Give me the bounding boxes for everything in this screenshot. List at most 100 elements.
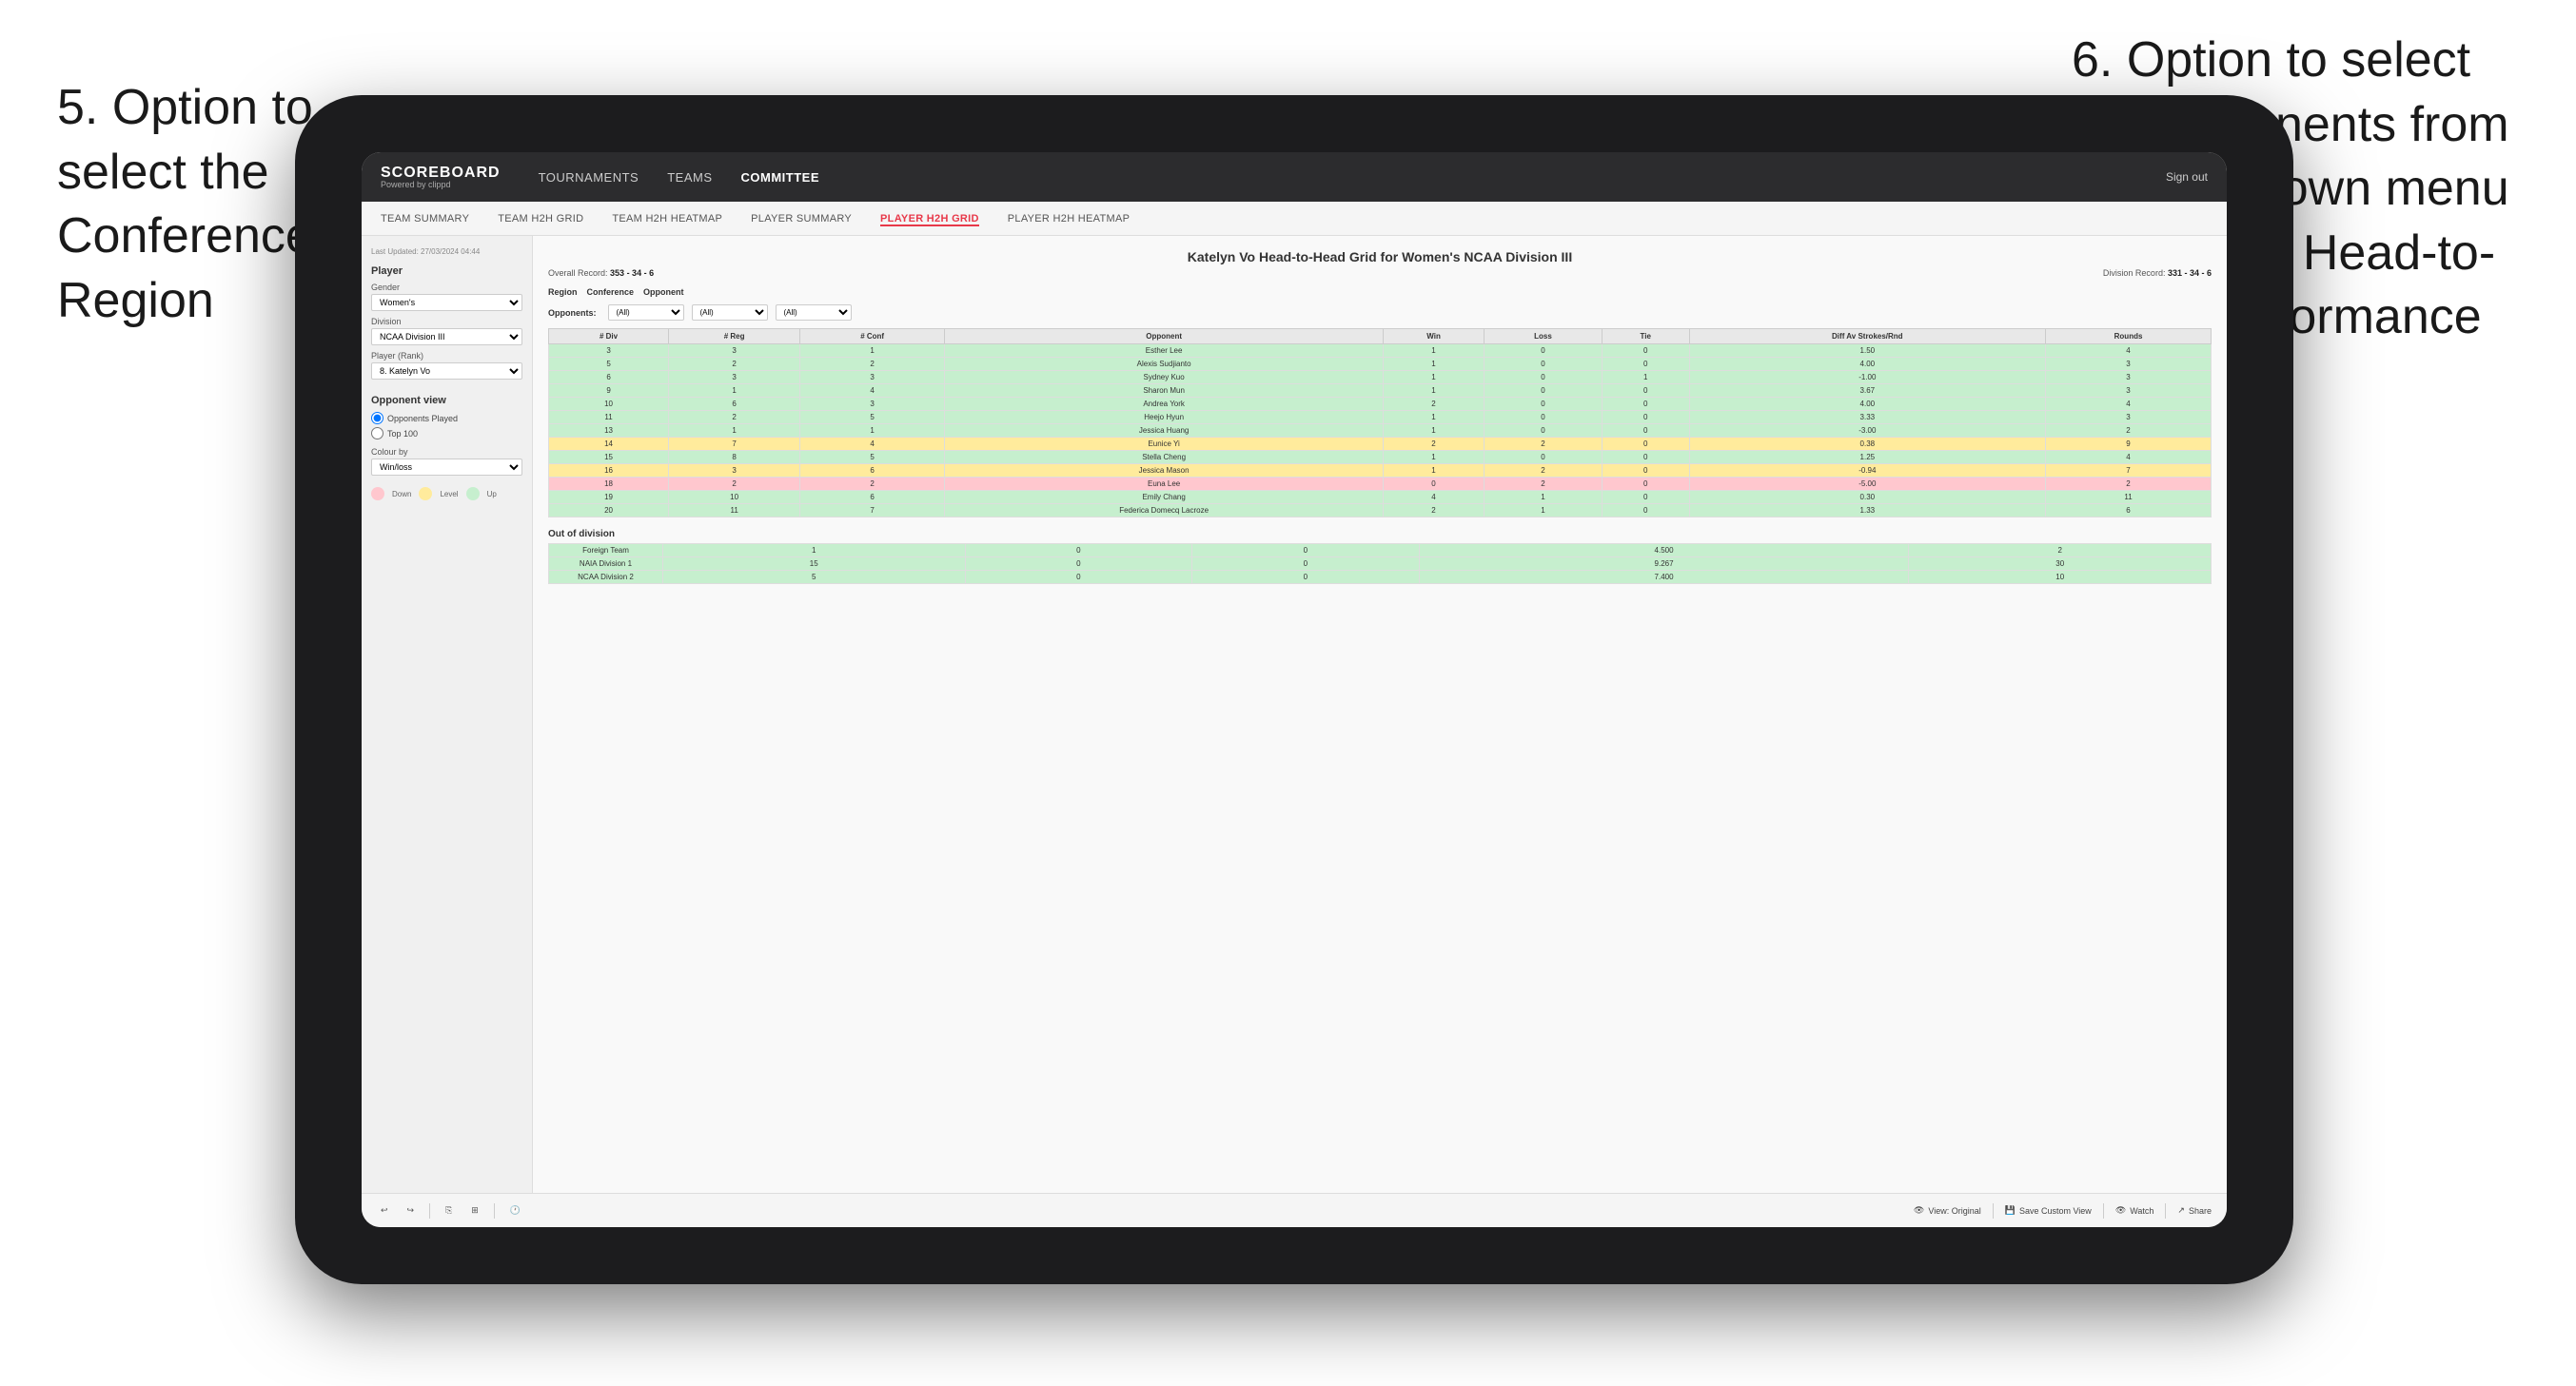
- logo: SCOREBOARD Powered by clippd: [381, 166, 501, 189]
- toolbar-right: 👁 View: Original 💾 Save Custom View 👁 Wa…: [1914, 1203, 2212, 1219]
- table-row: 13 1 1 Jessica Huang 1 0 0 -3.00 2: [549, 424, 2212, 438]
- gender-label: Gender: [371, 283, 522, 292]
- save-custom-btn[interactable]: 💾 Save Custom View: [2005, 1203, 2092, 1219]
- radio-top-100[interactable]: Top 100: [371, 427, 522, 439]
- toolbar-sep-4: [2103, 1203, 2104, 1219]
- watch-label: Watch: [2130, 1206, 2153, 1216]
- main-content: Last Updated: 27/03/2024 04:44 Player Ge…: [362, 236, 2227, 1193]
- save-icon: 💾: [2005, 1205, 2016, 1216]
- share-icon: ↗: [2177, 1205, 2185, 1216]
- table-header-row: # Div # Reg # Conf Opponent Win Loss Tie…: [549, 329, 2212, 344]
- toolbar-sep-2: [494, 1203, 495, 1219]
- nav-tournaments[interactable]: TOURNAMENTS: [539, 168, 639, 186]
- filter-region-title: Region: [548, 287, 578, 297]
- save-custom-label: Save Custom View: [2019, 1206, 2092, 1216]
- view-icon: 👁: [1914, 1205, 1924, 1216]
- out-table-row: NCAA Division 2 5 0 0 7.400 10: [549, 571, 2212, 584]
- filter-row: Region Conference Opponent: [548, 287, 2212, 297]
- tablet-screen: SCOREBOARD Powered by clippd TOURNAMENTS…: [362, 152, 2227, 1227]
- nav-items: TOURNAMENTS TEAMS COMMITTEE: [539, 168, 2128, 186]
- player-rank-select[interactable]: 8. Katelyn Vo: [371, 362, 522, 380]
- subnav-team-h2h-heatmap[interactable]: TEAM H2H HEATMAP: [612, 211, 722, 226]
- color-dot-down: [371, 487, 384, 500]
- clock-btn[interactable]: 🕐: [506, 1203, 524, 1218]
- sub-navigation: TEAM SUMMARY TEAM H2H GRID TEAM H2H HEAT…: [362, 202, 2227, 236]
- gender-select[interactable]: Women's: [371, 294, 522, 311]
- division-select[interactable]: NCAA Division III: [371, 328, 522, 345]
- col-diff: Diff Av Strokes/Rnd: [1689, 329, 2046, 344]
- division-record: Division Record: 331 - 34 - 6: [2103, 268, 2212, 278]
- table-row: 11 2 5 Heejo Hyun 1 0 0 3.33 3: [549, 411, 2212, 424]
- page-title: Katelyn Vo Head-to-Head Grid for Women's…: [548, 249, 2212, 264]
- col-rounds: Rounds: [2046, 329, 2212, 344]
- filter-conference-title: Conference: [587, 287, 635, 297]
- undo-btn[interactable]: ↩: [377, 1203, 392, 1218]
- col-reg: # Reg: [669, 329, 800, 344]
- sign-out-link[interactable]: Sign out: [2166, 170, 2208, 184]
- paste-btn[interactable]: ⊞: [467, 1203, 482, 1218]
- sidebar: Last Updated: 27/03/2024 04:44 Player Ge…: [362, 236, 533, 1193]
- color-indicators: Down Level Up: [371, 487, 522, 500]
- last-updated: Last Updated: 27/03/2024 04:44: [371, 247, 522, 256]
- conference-select[interactable]: (All): [692, 304, 768, 321]
- subnav-team-h2h-grid[interactable]: TEAM H2H GRID: [498, 211, 583, 226]
- colour-by-select[interactable]: Win/loss: [371, 459, 522, 476]
- nav-teams[interactable]: TEAMS: [667, 168, 712, 186]
- overall-record: Overall Record: 353 - 34 - 6: [548, 268, 654, 278]
- share-label: Share: [2189, 1206, 2212, 1216]
- col-conf: # Conf: [800, 329, 945, 344]
- opponents-label: Opponents:: [548, 308, 597, 318]
- region-select[interactable]: (All): [608, 304, 684, 321]
- table-row: 9 1 4 Sharon Mun 1 0 0 3.67 3: [549, 384, 2212, 398]
- main-table: # Div # Reg # Conf Opponent Win Loss Tie…: [548, 328, 2212, 517]
- color-label-down: Down: [392, 490, 411, 498]
- toolbar-sep-3: [1993, 1203, 1994, 1219]
- subnav-player-h2h-grid[interactable]: PLAYER H2H GRID: [880, 211, 979, 226]
- table-row: 16 3 6 Jessica Mason 1 2 0 -0.94 7: [549, 464, 2212, 478]
- tablet-device: SCOREBOARD Powered by clippd TOURNAMENTS…: [295, 95, 2293, 1284]
- color-dot-up: [466, 487, 480, 500]
- data-area: Katelyn Vo Head-to-Head Grid for Women's…: [533, 236, 2227, 1193]
- col-opponent: Opponent: [945, 329, 1384, 344]
- nav-committee[interactable]: COMMITTEE: [741, 168, 820, 186]
- filter-region-group: Region: [548, 287, 578, 297]
- redo-btn[interactable]: ↪: [403, 1203, 419, 1218]
- out-table-row: Foreign Team 1 0 0 4.500 2: [549, 544, 2212, 557]
- player-rank-label: Player (Rank): [371, 351, 522, 361]
- watch-btn[interactable]: 👁 Watch: [2115, 1203, 2154, 1219]
- table-row: 18 2 2 Euna Lee 0 2 0 -5.00 2: [549, 478, 2212, 491]
- opponent-select[interactable]: (All): [776, 304, 852, 321]
- out-table-row: NAIA Division 1 15 0 0 9.267 30: [549, 557, 2212, 571]
- table-row: 14 7 4 Eunice Yi 2 2 0 0.38 9: [549, 438, 2212, 451]
- table-row: 3 3 1 Esther Lee 1 0 0 1.50 4: [549, 344, 2212, 358]
- out-of-division-header: Out of division: [548, 529, 2212, 539]
- division-label: Division: [371, 317, 522, 326]
- table-row: 6 3 3 Sydney Kuo 1 0 1 -1.00 3: [549, 371, 2212, 384]
- table-row: 10 6 3 Andrea York 2 0 0 4.00 4: [549, 398, 2212, 411]
- color-label-level: Level: [440, 490, 458, 498]
- out-of-division-table: Foreign Team 1 0 0 4.500 2 NAIA Division…: [548, 543, 2212, 584]
- toolbar-sep-1: [429, 1203, 430, 1219]
- opponents-filter-row: Opponents: (All) (All) (All): [548, 304, 2212, 321]
- copy-btn[interactable]: ⎘: [442, 1203, 456, 1218]
- table-row: 20 11 7 Federica Domecq Lacroze 2 1 0 1.…: [549, 504, 2212, 517]
- top-navigation: SCOREBOARD Powered by clippd TOURNAMENTS…: [362, 152, 2227, 202]
- subnav-player-summary[interactable]: PLAYER SUMMARY: [751, 211, 852, 226]
- table-row: 5 2 2 Alexis Sudjianto 1 0 0 4.00 3: [549, 358, 2212, 371]
- player-section-title: Player: [371, 265, 522, 277]
- filter-opponent-group: Opponent: [643, 287, 684, 297]
- subnav-player-h2h-heatmap[interactable]: PLAYER H2H HEATMAP: [1008, 211, 1130, 226]
- subnav-team-summary[interactable]: TEAM SUMMARY: [381, 211, 469, 226]
- radio-opponents-played[interactable]: Opponents Played: [371, 412, 522, 424]
- col-win: Win: [1384, 329, 1485, 344]
- view-original-btn[interactable]: 👁 View: Original: [1914, 1203, 1981, 1219]
- share-btn[interactable]: ↗ Share: [2177, 1203, 2212, 1219]
- col-div: # Div: [549, 329, 669, 344]
- col-tie: Tie: [1602, 329, 1689, 344]
- filter-conference-group: Conference: [587, 287, 635, 297]
- filter-opponent-title: Opponent: [643, 287, 684, 297]
- logo-title: SCOREBOARD: [381, 166, 501, 181]
- toolbar-sep-5: [2165, 1203, 2166, 1219]
- watch-icon: 👁: [2115, 1205, 2126, 1216]
- opponent-view-options: Opponents Played Top 100: [371, 412, 522, 439]
